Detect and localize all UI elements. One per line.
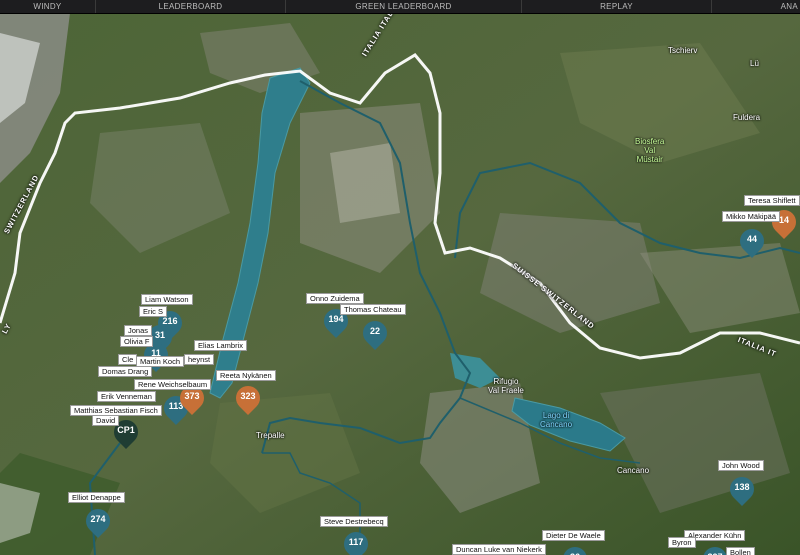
place-biosfera-line3: Müstair	[636, 155, 663, 164]
rider-label[interactable]: Onno Zuidema	[306, 293, 364, 304]
rider-label[interactable]: David	[92, 415, 120, 426]
rider-label[interactable]: Dieter De Waele	[542, 530, 605, 541]
place-biosfera: Biosfera Val Müstair	[635, 137, 664, 164]
rider-label[interactable]: Steve Destrebecq	[320, 516, 388, 527]
marker-number: 138	[734, 482, 750, 492]
rider-label[interactable]: Erik Venneman	[97, 391, 156, 402]
map-background	[0, 13, 800, 555]
rider-label[interactable]: Elias Lambrix	[194, 340, 248, 351]
rider-label[interactable]: Duncan Luke van Niekerk	[452, 544, 546, 555]
rider-label[interactable]: Bollen	[726, 547, 755, 555]
place-lago-line1: Lago di	[542, 411, 570, 420]
place-rifugio-line1: Rifugio	[493, 377, 519, 386]
rider-label[interactable]: Reeta Nykänen	[216, 370, 276, 381]
place-tschierv: Tschierv	[668, 46, 698, 55]
rider-marker[interactable]: 138	[725, 472, 759, 507]
rider-marker[interactable]: 22	[358, 316, 392, 351]
tab-replay[interactable]: REPLAY	[522, 0, 712, 13]
place-trepalle: Trepalle	[256, 431, 285, 440]
tab-leaderboard[interactable]: LEADERBOARD	[96, 0, 286, 13]
rider-label[interactable]: Eric S	[139, 306, 168, 317]
top-navigation: WINDY LEADERBOARD GREEN LEADERBOARD REPL…	[0, 0, 800, 14]
marker-number: 274	[90, 514, 106, 524]
marker-number: 194	[328, 314, 344, 324]
rider-label[interactable]: Rene Weichselbaum	[134, 379, 212, 390]
rider-marker[interactable]: 323	[231, 381, 265, 416]
rider-label[interactable]: heynst	[184, 354, 215, 365]
marker-number: 117	[348, 537, 364, 547]
rider-marker[interactable]: 44	[735, 224, 769, 259]
tab-green-leaderboard[interactable]: GREEN LEADERBOARD	[286, 0, 522, 13]
marker-number: 22	[369, 326, 380, 336]
place-fuldera: Fuldera	[733, 113, 761, 122]
place-cancano: Cancano	[617, 466, 650, 475]
rider-label[interactable]: John Wood	[718, 460, 764, 471]
rider-label[interactable]: Thomas Chateau	[340, 304, 406, 315]
rider-label[interactable]: Jonas	[124, 325, 153, 336]
rider-marker[interactable]: 274	[81, 504, 115, 539]
rider-label[interactable]: Elliot Denappe	[68, 492, 125, 503]
marker-number: 323	[240, 391, 256, 401]
place-rifugio: Rifugio Val Fraele	[488, 377, 524, 395]
rider-label[interactable]: Byron	[668, 537, 696, 548]
place-lago-di-cancano: Lago di Cancano	[540, 411, 572, 429]
rider-label[interactable]: Olivia F	[120, 336, 154, 347]
place-biosfera-line2: Val	[644, 146, 656, 155]
tab-analytics[interactable]: ANA	[712, 0, 800, 13]
rider-label[interactable]: Domas Drang	[98, 366, 153, 377]
rider-label[interactable]: Teresa Shiflett	[744, 195, 800, 206]
place-lu: Lü	[750, 59, 759, 68]
marker-number: CP1	[117, 425, 135, 435]
rider-marker[interactable]: 117	[339, 527, 373, 555]
rider-label[interactable]: Cle	[118, 354, 138, 365]
place-lago-line2: Cancano	[540, 420, 573, 429]
rider-label[interactable]: Mikko Mäkipää	[722, 211, 781, 222]
place-rifugio-line2: Val Fraele	[488, 386, 524, 395]
satellite-map[interactable]: ITALIA ITALY SUISSE SWITZERLAND SWITZERL…	[0, 13, 800, 555]
rider-marker[interactable]: 373	[175, 381, 209, 416]
marker-number: 373	[184, 391, 200, 401]
tab-windy[interactable]: WINDY	[0, 0, 96, 13]
place-biosfera-line1: Biosfera	[635, 137, 665, 146]
marker-number: 44	[746, 234, 757, 244]
rider-marker[interactable]: 36	[558, 542, 592, 555]
rider-marker[interactable]: 327	[698, 542, 732, 555]
rider-label[interactable]: Liam Watson	[141, 294, 193, 305]
